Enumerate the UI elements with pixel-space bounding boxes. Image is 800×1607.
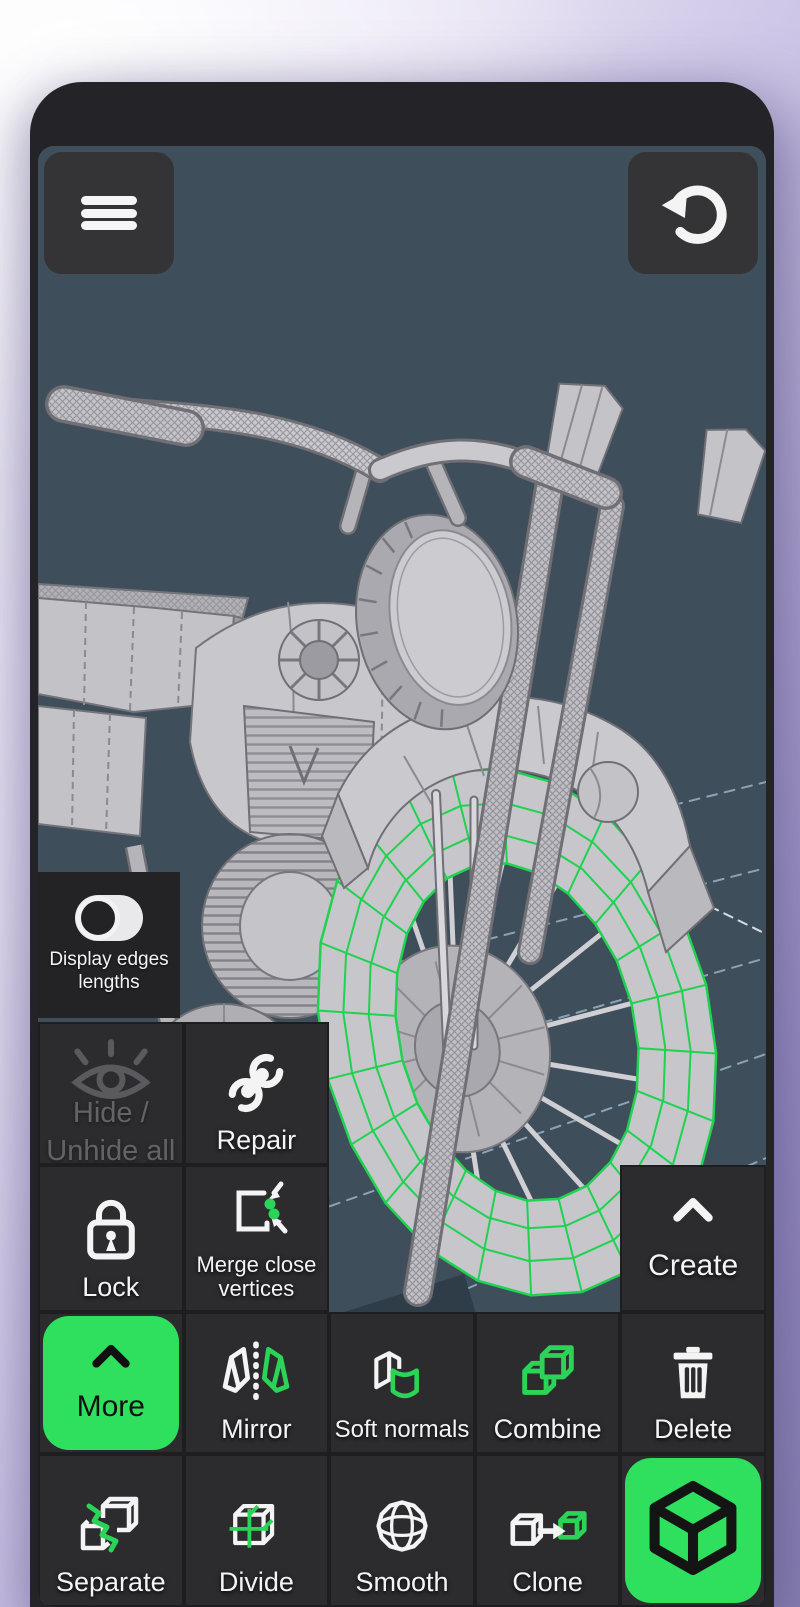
edge-length-toggle-label: Display edges lengths bbox=[49, 949, 169, 993]
tool-label: Create bbox=[648, 1249, 739, 1283]
tool-mirror[interactable]: Mirror bbox=[183, 1312, 330, 1454]
tool-label: Mirror bbox=[221, 1413, 292, 1444]
tool-label: Soft normals bbox=[334, 1416, 470, 1444]
lock-icon bbox=[76, 1193, 146, 1268]
more-button[interactable]: More bbox=[43, 1316, 179, 1450]
soft-normals-icon bbox=[369, 1348, 435, 1413]
clone-icon bbox=[506, 1500, 590, 1563]
tool-merge-close-vertices[interactable]: Merge close vertices bbox=[183, 1165, 330, 1312]
tool-smooth[interactable]: Smooth bbox=[329, 1454, 475, 1607]
tool-label: Hide / Unhide all bbox=[46, 1097, 176, 1165]
tool-label: Delete bbox=[654, 1413, 733, 1444]
menu-button[interactable] bbox=[44, 152, 174, 274]
merge-vertices-icon bbox=[224, 1180, 288, 1249]
tool-soft-normals[interactable]: Soft normals bbox=[329, 1312, 475, 1454]
edge-length-toggle-switch[interactable] bbox=[75, 895, 143, 942]
divide-icon bbox=[222, 1494, 290, 1563]
tool-label: Merge close vertices bbox=[196, 1251, 317, 1302]
tool-combine[interactable]: Combine bbox=[474, 1312, 621, 1454]
viewport-passthrough bbox=[329, 1165, 475, 1312]
viewport-passthrough bbox=[475, 1022, 621, 1165]
tool-separate[interactable]: Separate bbox=[38, 1454, 184, 1607]
sphere-icon bbox=[370, 1494, 434, 1563]
tool-grid: Hide / Unhide all Repair Lock Merge clos… bbox=[38, 1022, 766, 1607]
tool-hide-unhide-all[interactable]: Hide / Unhide all bbox=[38, 1022, 184, 1165]
tool-label: Repair bbox=[216, 1124, 297, 1155]
tool-add-primitive[interactable] bbox=[620, 1454, 766, 1607]
tool-label: Smooth bbox=[355, 1566, 449, 1597]
combine-icon bbox=[513, 1341, 583, 1410]
undo-button[interactable] bbox=[628, 152, 758, 274]
app-screen: Display edges lengths Hide / Unhide all bbox=[38, 146, 766, 1607]
trash-icon bbox=[662, 1341, 724, 1410]
add-primitive-button[interactable] bbox=[625, 1458, 761, 1603]
tool-label: Clone bbox=[512, 1566, 583, 1597]
viewport-passthrough bbox=[329, 1022, 475, 1165]
tool-label: Separate bbox=[56, 1566, 166, 1597]
tool-more[interactable]: More bbox=[38, 1312, 184, 1454]
wrench-icon bbox=[223, 1050, 289, 1121]
phone-frame: Display edges lengths Hide / Unhide all bbox=[30, 82, 774, 1607]
tool-label: Combine bbox=[493, 1413, 602, 1444]
tool-clone[interactable]: Clone bbox=[474, 1454, 621, 1607]
backdrop: Display edges lengths Hide / Unhide all bbox=[0, 0, 800, 1607]
tool-delete[interactable]: Delete bbox=[620, 1312, 766, 1454]
edge-length-toggle-panel: Display edges lengths bbox=[38, 872, 180, 1018]
hamburger-menu-icon bbox=[81, 193, 137, 234]
chevron-up-icon bbox=[85, 1342, 137, 1374]
tool-divide[interactable]: Divide bbox=[183, 1454, 330, 1607]
tool-create[interactable]: Create bbox=[620, 1165, 766, 1312]
mirror-icon bbox=[218, 1339, 294, 1410]
cube-icon bbox=[629, 1464, 757, 1597]
viewport-passthrough bbox=[475, 1165, 621, 1312]
chevron-up-icon bbox=[665, 1194, 721, 1229]
toggle-knob bbox=[76, 896, 120, 941]
tool-label: Lock bbox=[82, 1271, 140, 1302]
tool-repair[interactable]: Repair bbox=[183, 1022, 330, 1165]
tool-label: More bbox=[76, 1390, 145, 1424]
undo-arrow-icon bbox=[656, 174, 730, 253]
tool-lock[interactable]: Lock bbox=[38, 1165, 184, 1312]
separate-icon bbox=[75, 1494, 147, 1563]
tool-label: Divide bbox=[218, 1566, 294, 1597]
viewport-passthrough bbox=[620, 1022, 766, 1165]
